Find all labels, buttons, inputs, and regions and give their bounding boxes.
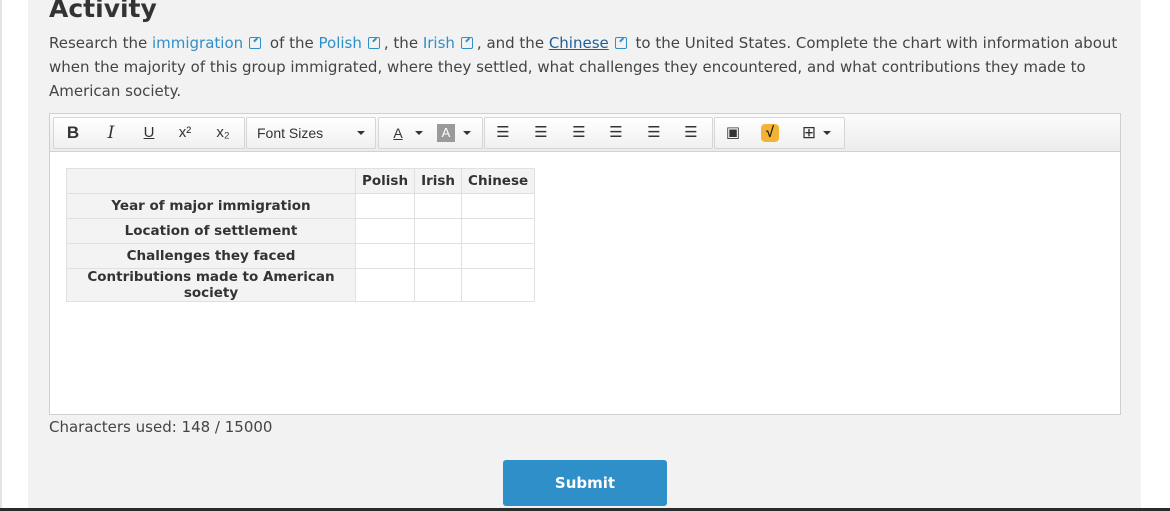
submit-button[interactable]: Submit — [503, 460, 667, 506]
table-cell[interactable] — [414, 193, 463, 219]
activity-title: Activity — [49, 0, 157, 23]
table-row: Challenges they faced — [66, 243, 536, 269]
instructions-text: , and the — [476, 34, 549, 52]
instructions-text: , the — [383, 34, 423, 52]
chinese-link[interactable]: Chinese — [549, 34, 609, 52]
editor-content[interactable]: Polish Irish Chinese Year of major immig… — [50, 152, 1120, 414]
external-link-icon — [249, 37, 262, 49]
text-color-icon[interactable]: A — [389, 118, 407, 148]
column-header[interactable]: Chinese — [461, 168, 536, 194]
color-group: A A — [378, 117, 483, 149]
table-cell[interactable] — [461, 243, 536, 269]
row-header[interactable]: Challenges they faced — [66, 243, 356, 269]
align-right-icon[interactable]: ☰ — [679, 118, 703, 148]
polish-link[interactable]: Polish — [319, 34, 362, 52]
row-header[interactable]: Year of major immigration — [66, 193, 356, 219]
math-icon[interactable]: √ — [761, 124, 779, 142]
superscript-button[interactable]: x² — [172, 118, 198, 148]
editor-toolbar: B I U x² x₂ Font Sizes A A ☰ ☰ ☰ ☰ ☰ ☰ ▣… — [50, 114, 1120, 152]
character-count: Characters used: 148 / 15000 — [49, 418, 273, 436]
paragraph-group: ☰ ☰ ☰ ☰ ☰ ☰ — [484, 117, 713, 149]
numbered-list-icon[interactable]: ☰ — [529, 118, 553, 148]
table-cell[interactable] — [354, 243, 416, 269]
external-link-icon — [460, 37, 473, 49]
table-cell[interactable] — [414, 268, 463, 302]
chevron-down-icon[interactable] — [413, 118, 425, 148]
activity-instructions: Research the immigration of the Polish , … — [49, 31, 1124, 103]
chevron-down-icon — [355, 118, 367, 148]
table-corner-cell[interactable] — [66, 168, 356, 194]
table-cell[interactable] — [461, 268, 536, 302]
column-header[interactable]: Polish — [354, 168, 416, 194]
bold-button[interactable]: B — [60, 118, 86, 148]
external-link-icon — [367, 37, 380, 49]
table-cell[interactable] — [414, 243, 463, 269]
table-cell[interactable] — [461, 193, 536, 219]
align-center-icon[interactable]: ☰ — [642, 118, 666, 148]
image-icon[interactable]: ▣ — [721, 118, 745, 148]
background-color-icon[interactable]: A — [437, 124, 455, 142]
subscript-button[interactable]: x₂ — [210, 118, 236, 148]
row-header[interactable]: Location of settlement — [66, 218, 356, 244]
chevron-down-icon[interactable] — [821, 118, 833, 148]
table-row: Location of settlement — [66, 218, 536, 244]
underline-button[interactable]: U — [136, 118, 162, 148]
row-header[interactable]: Contributions made to American society — [66, 268, 356, 302]
table-row: Year of major immigration — [66, 193, 536, 219]
table-cell[interactable] — [414, 218, 463, 244]
rich-text-editor: B I U x² x₂ Font Sizes A A ☰ ☰ ☰ ☰ ☰ ☰ ▣… — [49, 113, 1121, 415]
instructions-text: Research the — [49, 34, 152, 52]
format-group: B I U x² x₂ — [53, 117, 245, 149]
column-header[interactable]: Irish — [414, 168, 463, 194]
immigration-link[interactable]: immigration — [152, 34, 243, 52]
indent-icon[interactable]: ☰ — [567, 118, 591, 148]
table-row: Contributions made to American society — [66, 268, 536, 302]
left-edge — [0, 0, 2, 508]
align-left-icon[interactable]: ☰ — [604, 118, 628, 148]
irish-link[interactable]: Irish — [423, 34, 455, 52]
table-cell[interactable] — [461, 218, 536, 244]
chevron-down-icon[interactable] — [461, 118, 473, 148]
immigration-table: Polish Irish Chinese Year of major immig… — [66, 168, 536, 302]
bullet-list-icon[interactable]: ☰ — [491, 118, 515, 148]
insert-group: ▣ √ ⊞ — [714, 117, 845, 149]
font-sizes-label: Font Sizes — [257, 125, 324, 141]
table-header-row: Polish Irish Chinese — [66, 168, 536, 194]
font-sizes-dropdown[interactable]: Font Sizes — [246, 117, 376, 149]
external-link-icon — [614, 37, 627, 49]
table-icon[interactable]: ⊞ — [799, 118, 819, 148]
table-cell[interactable] — [354, 268, 416, 302]
table-cell[interactable] — [354, 218, 416, 244]
italic-button[interactable]: I — [98, 118, 124, 148]
table-cell[interactable] — [354, 193, 416, 219]
instructions-text: of the — [265, 34, 319, 52]
